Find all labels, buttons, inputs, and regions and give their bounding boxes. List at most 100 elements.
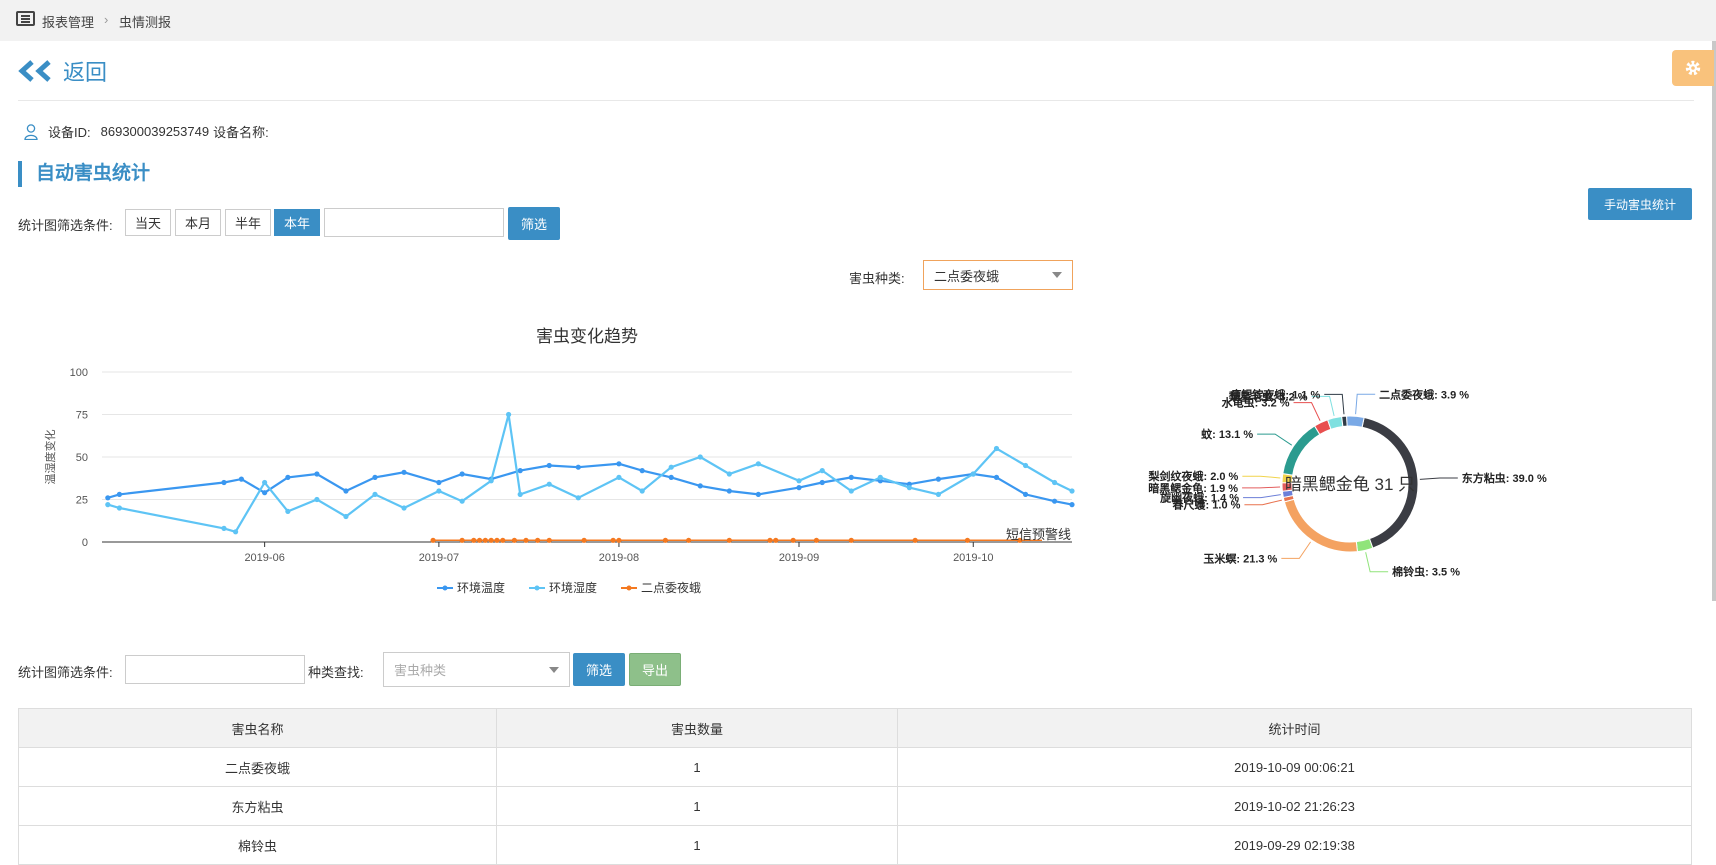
- data-point: [238, 476, 245, 482]
- data-point: [1022, 462, 1029, 469]
- column-header-stat-time[interactable]: 统计时间: [897, 708, 1692, 748]
- type-search-placeholder: 害虫种类: [394, 663, 447, 678]
- alert-markline-label: 短信预警线: [1006, 527, 1071, 542]
- pest-type-select[interactable]: 二点委夜蛾: [923, 260, 1073, 290]
- donut-slice: [1283, 498, 1358, 553]
- data-point: [372, 474, 378, 480]
- data-point: [343, 513, 349, 520]
- slice-leader-line: [1243, 494, 1281, 499]
- donut-center-label: 暗黑鳃金龟 31 只: [1285, 475, 1415, 494]
- breadcrumb-separator: ›: [104, 12, 109, 27]
- chevron-down-icon: [1052, 272, 1062, 278]
- data-point: [436, 479, 442, 486]
- data-point: [796, 478, 802, 484]
- device-id-label: 设备ID:: [48, 125, 91, 140]
- legend-label: 环境温度: [457, 580, 505, 595]
- cell-stat-time: 2019-10-09 00:06:21: [897, 747, 1692, 787]
- device-name-label: 设备名称:: [213, 125, 269, 140]
- data-point: [575, 464, 581, 470]
- slice-label: 棉铃虫: 3.5 %: [1392, 565, 1460, 579]
- top-filter-button[interactable]: 筛选: [508, 207, 560, 240]
- cell-pest-count: 1: [496, 786, 898, 826]
- range-today-button[interactable]: 当天: [125, 209, 171, 236]
- data-point: [993, 474, 1000, 480]
- x-tick-label: 2019-09: [779, 552, 819, 564]
- y-tick-label: 50: [76, 452, 88, 464]
- data-point: [116, 491, 123, 497]
- table-row[interactable]: 棉铃虫 1 2019-09-29 02:19:38: [18, 825, 1692, 865]
- data-point: [697, 454, 703, 460]
- data-point: [819, 479, 825, 486]
- double-chevron-left-icon: [18, 60, 51, 82]
- data-point: [848, 474, 854, 480]
- data-point: [1069, 502, 1075, 508]
- data-point: [1051, 479, 1058, 486]
- data-point: [697, 483, 703, 489]
- table-row[interactable]: 二点委夜蛾 1 2019-10-09 00:06:21: [18, 747, 1692, 787]
- data-point: [726, 488, 732, 494]
- data-point: [546, 481, 552, 487]
- data-point: [232, 529, 239, 535]
- report-list-icon: [16, 11, 35, 26]
- data-point: [401, 505, 407, 511]
- x-tick-label: 2019-08: [599, 552, 639, 564]
- bottom-filter-button[interactable]: 筛选: [573, 653, 625, 686]
- data-point: [221, 479, 227, 486]
- data-point: [616, 474, 622, 480]
- x-tick-label: 2019-10: [953, 552, 993, 564]
- data-point: [755, 461, 761, 467]
- donut-slice: [1355, 538, 1374, 553]
- user-icon: [24, 123, 38, 140]
- manual-pest-stats-button[interactable]: 手动害虫统计: [1588, 188, 1692, 220]
- data-point: [1069, 488, 1075, 494]
- legend-item: 二点委夜蛾: [621, 580, 701, 595]
- top-filter-label: 统计图筛选条件:: [18, 218, 113, 233]
- range-half-year-button[interactable]: 半年: [225, 209, 271, 236]
- chevron-down-icon: [549, 666, 559, 673]
- top-date-range-input[interactable]: [324, 208, 504, 237]
- range-year-button[interactable]: 本年: [274, 209, 320, 236]
- table-row[interactable]: 东方粘虫 1 2019-10-02 21:26:23: [18, 786, 1692, 826]
- breadcrumb-parent[interactable]: 报表管理: [42, 12, 94, 31]
- x-tick-label: 2019-07: [419, 552, 459, 564]
- slice-leader-line: [1242, 475, 1281, 479]
- column-header-pest-name[interactable]: 害虫名称: [18, 708, 497, 748]
- data-point: [546, 462, 552, 469]
- settings-button[interactable]: [1672, 50, 1714, 86]
- column-header-pest-count[interactable]: 害虫数量: [496, 708, 898, 748]
- cell-pest-name: 二点委夜蛾: [18, 747, 497, 787]
- data-point: [459, 471, 465, 477]
- data-point: [517, 491, 523, 497]
- bottom-date-range-input[interactable]: [125, 655, 305, 684]
- type-search-label: 种类查找:: [308, 665, 364, 680]
- data-point: [221, 525, 227, 531]
- device-id-value: 869300039253749: [100, 124, 210, 139]
- donut-slice: [1346, 415, 1365, 428]
- device-info: 设备ID: 869300039253749 设备名称:: [24, 122, 269, 141]
- range-month-button[interactable]: 本月: [175, 209, 221, 236]
- data-point: [1022, 491, 1029, 497]
- x-tick-label: 2019-06: [244, 552, 284, 564]
- data-point: [285, 508, 291, 514]
- slice-leader-line: [1293, 402, 1321, 421]
- cell-pest-count: 1: [496, 825, 898, 865]
- cell-pest-count: 1: [496, 747, 898, 787]
- y-tick-label: 75: [76, 410, 88, 422]
- pest-share-donut-chart[interactable]: 东方粘虫: 39.0 %棉铃虫: 3.5 %玉米螟: 21.3 %春尺蠖: 1.…: [1130, 350, 1590, 590]
- data-point: [639, 488, 645, 494]
- pest-trend-chart[interactable]: 害虫变化趋势 0 25 50 75 100 温湿度变化 2019-06 2019-07 2019-…: [30, 320, 1090, 610]
- page-scrollbar[interactable]: [1712, 41, 1716, 601]
- slice-leader-line: [1257, 433, 1293, 446]
- slice-leader-line: [1365, 552, 1389, 573]
- type-search-select[interactable]: 害虫种类: [383, 652, 570, 687]
- slice-label: 梨剑纹夜蛾: 2.0 %: [1147, 469, 1238, 483]
- donut-slice: [1326, 415, 1344, 430]
- back-button[interactable]: 返回: [18, 56, 107, 86]
- slice-leader-line: [1281, 541, 1312, 559]
- data-point: [105, 495, 111, 501]
- data-point: [796, 485, 802, 491]
- y-tick-label: 100: [70, 367, 88, 379]
- export-button[interactable]: 导出: [629, 653, 681, 686]
- data-point: [906, 485, 912, 491]
- data-point: [970, 471, 976, 477]
